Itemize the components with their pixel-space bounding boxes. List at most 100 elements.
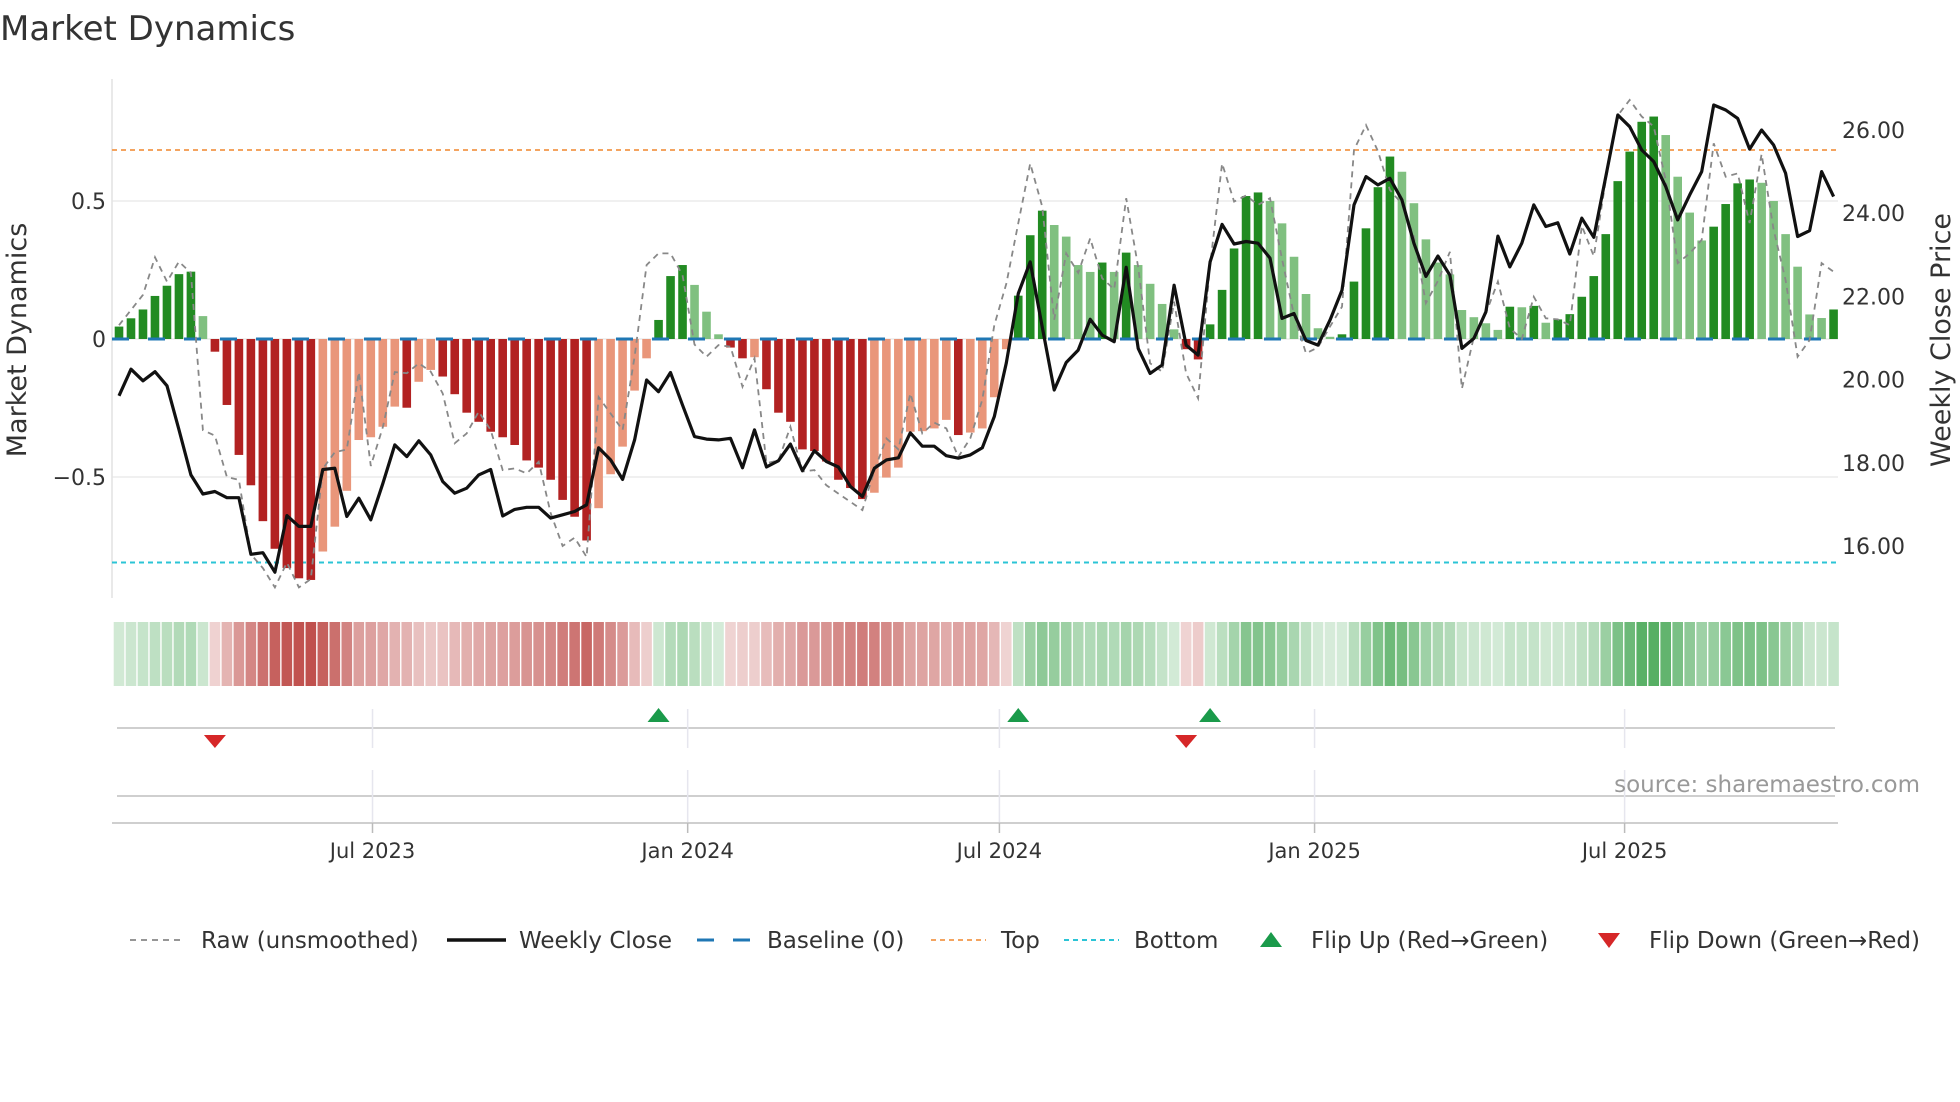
heat-strip-cell bbox=[1168, 622, 1180, 686]
momentum-bar bbox=[714, 334, 723, 339]
heat-strip-cell bbox=[1252, 622, 1264, 686]
heat-strip-cell bbox=[1588, 622, 1600, 686]
heat-strip-cell bbox=[629, 622, 640, 686]
heat-strip-cell bbox=[1600, 622, 1612, 686]
heat-strip-cell bbox=[1096, 622, 1108, 686]
momentum-bar bbox=[258, 339, 268, 522]
heat-strip-cell bbox=[1204, 622, 1216, 686]
heat-strip-cell bbox=[1012, 622, 1024, 686]
heat-strip-cell bbox=[233, 622, 245, 686]
momentum-bar bbox=[1361, 228, 1371, 339]
momentum-bar bbox=[1817, 318, 1826, 339]
heat-strip-cell bbox=[1552, 622, 1564, 686]
momentum-bar bbox=[594, 339, 603, 509]
heat-strip-cell bbox=[1060, 622, 1072, 686]
momentum-bar bbox=[654, 319, 663, 339]
momentum-bar bbox=[774, 339, 783, 413]
triangle-down-icon bbox=[1598, 933, 1620, 948]
heat-strip-cell bbox=[785, 622, 796, 686]
momentum-bar bbox=[174, 274, 184, 339]
momentum-bar bbox=[1325, 336, 1335, 339]
heat-strip-cell bbox=[509, 622, 520, 686]
heat-strip-cell bbox=[1828, 622, 1839, 686]
legend-label: Bottom bbox=[1134, 928, 1218, 954]
heat-strip-cell bbox=[773, 622, 784, 686]
momentum-bar bbox=[1721, 204, 1730, 339]
momentum-bar bbox=[438, 339, 448, 377]
heat-strip-cell bbox=[797, 622, 808, 686]
momentum-bar bbox=[270, 339, 280, 549]
heat-strip-cell bbox=[1000, 622, 1012, 686]
momentum-bar bbox=[786, 339, 795, 422]
heat-strip-cell bbox=[1468, 622, 1480, 686]
y-left-tick-label: −0.5 bbox=[53, 466, 106, 491]
heat-strip-cell bbox=[293, 622, 305, 686]
momentum-bar bbox=[1769, 201, 1778, 339]
momentum-bar bbox=[846, 339, 855, 489]
heat-strip-cell bbox=[1492, 622, 1504, 686]
heat-strip-cell bbox=[976, 622, 988, 686]
heat-strip-cell bbox=[461, 622, 473, 686]
triangle-up-icon bbox=[1260, 932, 1282, 947]
heat-strip-cell bbox=[257, 622, 269, 686]
heat-strip-cell bbox=[1804, 622, 1815, 686]
legend: Raw (unsmoothed) Weekly Close Baseline (0)… bbox=[130, 928, 1920, 954]
heat-strip-cell bbox=[713, 622, 724, 686]
heat-strip-cell bbox=[1480, 622, 1492, 686]
heat-strip-cell bbox=[1564, 622, 1576, 686]
momentum-bar bbox=[1589, 276, 1599, 339]
legend-item-top: Top bbox=[931, 928, 1040, 954]
flip-down-marker bbox=[203, 735, 226, 748]
legend-label: Weekly Close bbox=[519, 928, 672, 954]
momentum-bar bbox=[942, 339, 951, 420]
heat-strip-cell bbox=[317, 622, 329, 686]
momentum-bar bbox=[1097, 262, 1107, 339]
heat-strip-cell bbox=[1756, 622, 1767, 686]
momentum-bar bbox=[1229, 248, 1239, 339]
momentum-bar bbox=[1709, 226, 1718, 339]
momentum-bar bbox=[606, 339, 615, 475]
heat-strip-cell bbox=[845, 622, 856, 686]
heat-strip-cell bbox=[617, 622, 628, 686]
heat-strip-cell bbox=[1696, 622, 1707, 686]
momentum-bar bbox=[618, 339, 627, 447]
momentum-bar bbox=[738, 339, 747, 359]
momentum-bar bbox=[1421, 239, 1431, 339]
momentum-bar bbox=[1481, 323, 1491, 339]
flip-up-marker bbox=[1007, 708, 1030, 722]
momentum-bar bbox=[1349, 281, 1359, 339]
heat-strip-cell bbox=[281, 622, 293, 686]
momentum-bar bbox=[630, 339, 639, 391]
heat-strip-cell bbox=[1816, 622, 1827, 686]
heat-strip-cell bbox=[1336, 622, 1348, 686]
heat-strip-cell bbox=[1132, 622, 1144, 686]
legend-label: Raw (unsmoothed) bbox=[201, 928, 419, 954]
heat-strip-cell bbox=[521, 622, 532, 686]
heat-strip-cell bbox=[1540, 622, 1552, 686]
heat-strip-cell bbox=[1636, 622, 1648, 686]
heat-strip-cell bbox=[1312, 622, 1324, 686]
momentum-bar bbox=[1505, 306, 1515, 339]
momentum-bar bbox=[798, 339, 807, 450]
momentum-bar bbox=[810, 339, 819, 452]
y-right-axis-label: Weekly Close Price bbox=[1926, 213, 1957, 467]
heat-strip-cell bbox=[1156, 622, 1168, 686]
heat-strip-cell bbox=[1648, 622, 1660, 686]
heat-strip-cell bbox=[869, 622, 880, 686]
momentum-bar bbox=[1673, 176, 1682, 339]
heat-strip-cell bbox=[185, 622, 197, 686]
momentum-bar bbox=[1241, 196, 1251, 339]
legend-label: Flip Down (Green→Red) bbox=[1649, 928, 1920, 954]
heat-strip-cell bbox=[1324, 622, 1336, 686]
momentum-bar bbox=[198, 316, 208, 339]
momentum-bar bbox=[1145, 283, 1155, 339]
heat-strip-cell bbox=[1276, 622, 1288, 686]
momentum-bar bbox=[582, 339, 591, 541]
heat-strip-cell bbox=[964, 622, 976, 686]
heat-strip-cell bbox=[1420, 622, 1432, 686]
heat-strip-cell bbox=[425, 622, 437, 686]
source-credit: source: sharemaestro.com bbox=[1614, 772, 1920, 798]
y-right-tick-label: 18.00 bbox=[1842, 452, 1905, 477]
momentum-bar bbox=[462, 339, 472, 413]
momentum-bar bbox=[1373, 187, 1383, 339]
